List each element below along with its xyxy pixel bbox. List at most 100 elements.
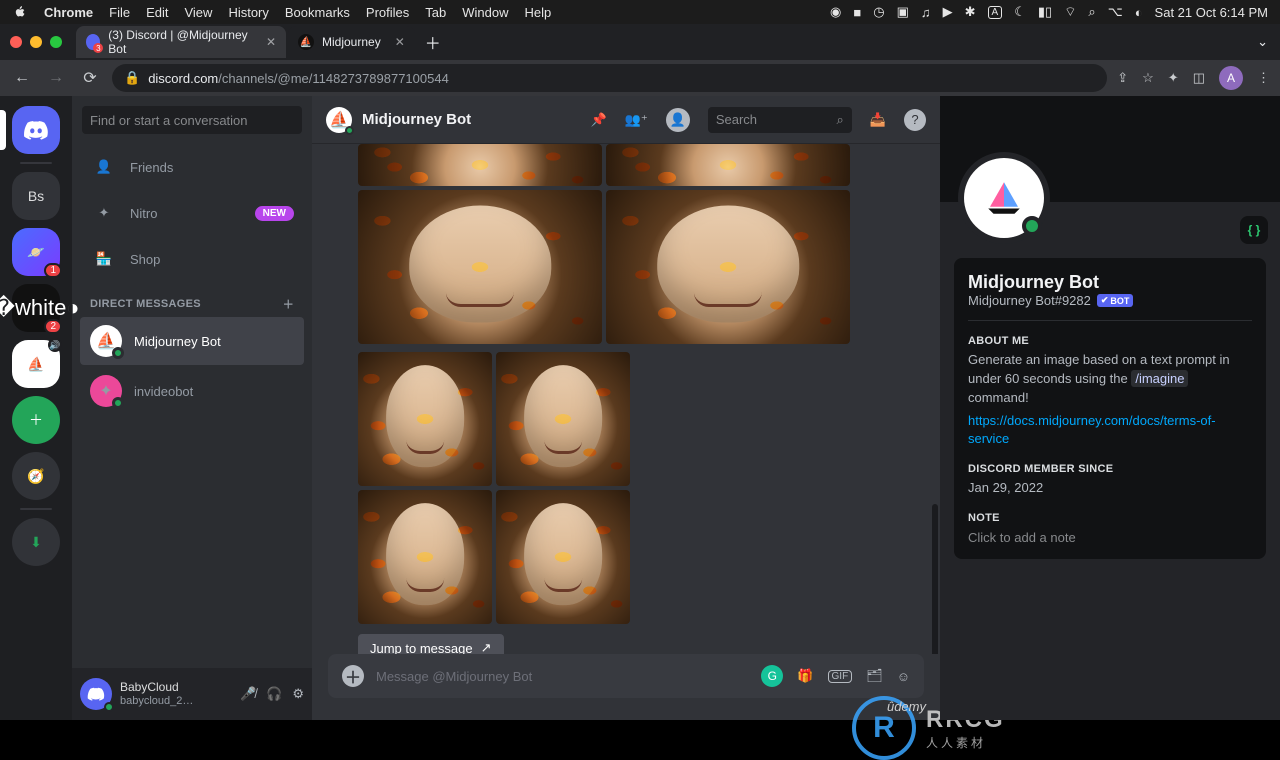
generated-image[interactable] (606, 144, 850, 186)
close-tab-icon[interactable]: ✕ (266, 35, 276, 49)
add-friends-icon[interactable]: 👥⁺ (625, 112, 648, 128)
search-input[interactable]: Search ⌕ (708, 107, 852, 133)
dm-item-invideobot[interactable]: ✦ invideobot (80, 367, 304, 415)
zoom-window-icon[interactable] (50, 36, 62, 48)
menu-profiles[interactable]: Profiles (366, 5, 409, 20)
search-icon[interactable]: ⌕ (1088, 4, 1095, 20)
menu-bookmarks[interactable]: Bookmarks (285, 5, 350, 20)
menu-history[interactable]: History (228, 5, 268, 20)
tabs-chevron-icon[interactable]: ⌄ (1257, 34, 1268, 50)
wifi-icon[interactable]: ⌔ (1064, 4, 1076, 20)
generated-image[interactable] (358, 490, 492, 624)
tab-midjourney[interactable]: ⛵ Midjourney ✕ (288, 26, 415, 58)
user-profile-icon[interactable]: 👤 (666, 108, 690, 132)
discord-favicon-icon (86, 34, 100, 50)
explore-button[interactable]: 🧭 (12, 452, 60, 500)
share-icon[interactable]: ⇪ (1117, 70, 1128, 86)
download-apps-button[interactable]: ⬇ (12, 518, 60, 566)
server-item[interactable]: ⛵ 🔊 (12, 340, 60, 388)
video-icon[interactable]: ■ (853, 5, 861, 20)
menu-edit[interactable]: Edit (146, 5, 168, 20)
apple-icon[interactable] (12, 4, 28, 20)
address-bar[interactable]: 🔒 discord.com/channels/@me/1148273789877… (112, 64, 1107, 92)
tos-link[interactable]: https://docs.midjourney.com/docs/terms-o… (968, 413, 1216, 447)
record-icon[interactable]: ◉ (830, 4, 841, 20)
new-tab-button[interactable]: ＋ (425, 30, 441, 54)
menu-help[interactable]: Help (525, 5, 552, 20)
profile-avatar[interactable]: A (1219, 66, 1243, 90)
inbox-icon[interactable]: 📥 (870, 112, 886, 128)
dm-home-button[interactable] (12, 106, 60, 154)
server-badge: 1 (44, 263, 62, 278)
timer-icon[interactable]: ◷ (873, 4, 884, 20)
bookmark-icon[interactable]: ☆ (1142, 70, 1154, 86)
forward-button[interactable]: → (44, 66, 68, 90)
battery-icon[interactable]: ▮▯ (1038, 4, 1052, 20)
stage-icon[interactable]: ▣ (897, 4, 909, 20)
note-header: NOTE (968, 512, 1252, 524)
menu-view[interactable]: View (184, 5, 212, 20)
menu-window[interactable]: Window (462, 5, 508, 20)
server-item[interactable]: Bs (12, 172, 60, 220)
menu-tab[interactable]: Tab (425, 5, 446, 20)
profile-avatar[interactable] (964, 158, 1044, 238)
bluetooth-icon[interactable]: ✱ (965, 4, 976, 20)
emoji-icon[interactable]: ☺ (897, 669, 910, 684)
pin-icon[interactable]: 📌 (591, 112, 607, 128)
generated-image[interactable] (496, 490, 630, 624)
back-button[interactable]: ← (10, 66, 34, 90)
keyboard-icon[interactable]: A (988, 6, 1003, 19)
clock[interactable]: Sat 21 Oct 6:14 PM (1155, 5, 1268, 20)
gif-icon[interactable]: GIF (828, 670, 853, 683)
scrollbar[interactable] (932, 504, 938, 654)
dnd-icon[interactable]: ☾ (1014, 4, 1026, 20)
note-input[interactable]: Click to add a note (968, 530, 1252, 545)
add-server-button[interactable]: ＋ (12, 396, 60, 444)
server-item[interactable]: �white◑ 2 (12, 284, 60, 332)
headphones-icon[interactable]: ♫ (921, 5, 931, 20)
close-tab-icon[interactable]: ✕ (395, 35, 405, 49)
close-window-icon[interactable] (10, 36, 22, 48)
dm-item-midjourney[interactable]: ⛵ Midjourney Bot (80, 317, 304, 365)
jump-to-message-button[interactable]: Jump to message ↗ (358, 634, 504, 654)
sticker-icon[interactable]: 🗂 (866, 668, 883, 684)
message-list[interactable]: Jump to message ↗ (312, 144, 940, 654)
deafen-icon[interactable]: 🎧 (266, 686, 282, 702)
grammarly-icon[interactable]: G (761, 665, 783, 687)
generated-image[interactable] (496, 352, 630, 486)
kebab-icon[interactable]: ⋮ (1257, 70, 1270, 86)
user-subtext: babycloud_2… (120, 695, 193, 708)
bot-badge: ✔ BOT (1097, 294, 1134, 307)
menu-file[interactable]: File (109, 5, 130, 20)
create-dm-icon[interactable]: ＋ (283, 296, 294, 312)
gift-icon[interactable]: 🎁 (797, 668, 813, 684)
help-icon[interactable]: ? (904, 109, 926, 131)
extensions-icon[interactable]: ✦ (1168, 70, 1179, 86)
user-name: BabyCloud (120, 680, 193, 694)
tab-discord[interactable]: (3) Discord | @Midjourney Bot ✕ (76, 26, 286, 58)
app-name[interactable]: Chrome (44, 5, 93, 20)
user-avatar[interactable] (80, 678, 112, 710)
nitro-nav[interactable]: ✦ Nitro NEW (80, 191, 304, 235)
minimize-window-icon[interactable] (30, 36, 42, 48)
friends-nav[interactable]: 👤 Friends (80, 145, 304, 189)
shop-nav[interactable]: 🏪 Shop (80, 237, 304, 281)
generated-image[interactable] (358, 352, 492, 486)
settings-icon[interactable]: ⚙ (292, 686, 304, 702)
sidepanel-icon[interactable]: ◫ (1193, 70, 1205, 86)
dm-search-input[interactable]: Find or start a conversation (82, 106, 302, 134)
shop-icon: 🏪 (90, 245, 118, 273)
attach-icon[interactable]: ＋ (342, 665, 364, 687)
generated-image[interactable] (358, 190, 602, 344)
generated-image[interactable] (606, 190, 850, 344)
reload-button[interactable]: ⟳ (78, 66, 102, 90)
mute-mic-icon[interactable]: 🎤̸ (240, 686, 256, 702)
server-item[interactable]: 🪐 1 (12, 228, 60, 276)
control-center-icon[interactable]: ⌥ (1108, 4, 1123, 20)
generated-image[interactable] (358, 144, 602, 186)
siri-icon[interactable]: ◐ (1135, 5, 1143, 20)
play-icon[interactable]: ▶ (943, 4, 953, 20)
dev-badge-icon[interactable]: { } (1240, 216, 1268, 244)
message-composer[interactable]: ＋ Message @Midjourney Bot G 🎁 GIF 🗂 ☺ (328, 654, 924, 698)
window-controls[interactable] (10, 36, 62, 48)
